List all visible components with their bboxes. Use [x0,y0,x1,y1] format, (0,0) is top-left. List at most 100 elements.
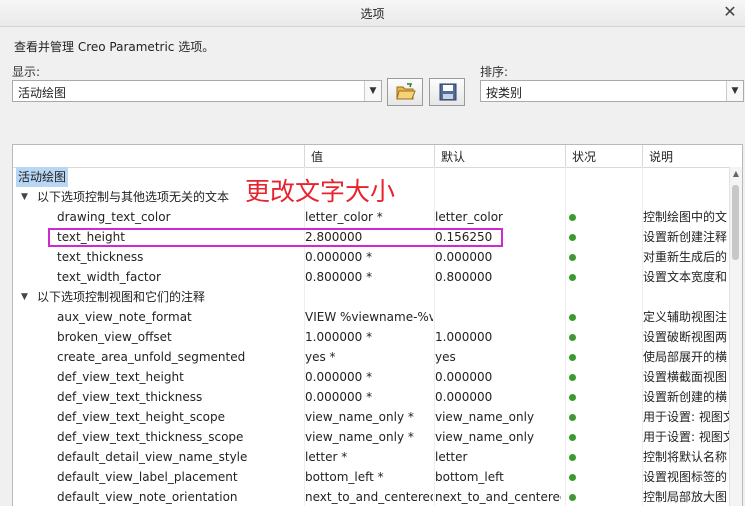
scrollbar-thumb[interactable] [732,185,739,260]
option-description: 用于设置: 视图文 [643,410,731,424]
group-label: 以下选项控制视图和它们的注释 [37,290,206,304]
collapse-triangle-icon[interactable]: ▼ [21,187,28,207]
option-value[interactable]: yes * [305,347,433,367]
close-icon[interactable]: ✕ [721,3,739,21]
option-name: def_view_text_height [57,370,184,384]
sort-select[interactable]: 按类别 ▼ [480,80,744,102]
highlight-box [48,228,503,247]
option-value[interactable]: letter_color * [305,207,433,227]
option-name: drawing_text_color [57,210,171,224]
save-button[interactable] [429,78,465,106]
table-header: 值 默认 状况 说明 [13,145,742,168]
status-ok-icon [569,347,581,367]
sort-label: 排序: [480,65,509,79]
display-label: 显示: [12,65,41,79]
table-row[interactable]: default_view_note_orientation next_to_an… [13,487,742,506]
table-row[interactable]: def_view_text_height 0.000000 * 0.000000… [13,367,742,387]
option-name: default_detail_view_name_style [57,450,248,464]
option-description: 设置新创建的横 [643,390,728,404]
table-row[interactable]: def_view_text_thickness 0.000000 * 0.000… [13,387,742,407]
table-row[interactable]: text_width_factor 0.800000 * 0.800000 设置… [13,267,742,287]
status-ok-icon [569,367,581,387]
option-description: 设置破断视图两 [643,330,728,344]
table-row[interactable]: text_thickness 0.000000 * 0.000000 对重新生成… [13,247,742,267]
scroll-up-icon[interactable]: ▲ [730,167,742,181]
header-status[interactable]: 状况 [565,145,642,167]
table-row[interactable]: broken_view_offset 1.000000 * 1.000000 设… [13,327,742,347]
option-value[interactable]: VIEW %viewname-%vi [305,307,433,327]
option-default: 1.000000 [435,330,493,344]
option-value[interactable]: bottom_left * [305,467,433,487]
option-description: 设置文本宽度和 [643,270,728,284]
status-ok-icon [569,247,581,267]
table-row[interactable]: drawing_text_color letter_color * letter… [13,207,742,227]
option-value[interactable]: view_name_only * [305,407,433,427]
option-name: broken_view_offset [57,330,172,344]
dialog-description: 查看并管理 Creo Parametric 选项。 [14,40,215,54]
option-name: text_width_factor [57,270,161,284]
status-ok-icon [569,447,581,467]
header-name[interactable] [13,145,304,167]
option-name: default_view_label_placement [57,470,238,484]
table-row[interactable]: default_view_label_placement bottom_left… [13,467,742,487]
option-default: 0.000000 [435,370,493,384]
option-description: 设置新创建注释 [643,230,728,244]
option-value[interactable]: 1.000000 * [305,327,433,347]
option-default: letter_color [435,210,503,224]
option-value[interactable]: 0.000000 * [305,387,433,407]
annotation-text: 更改文字大小 [245,177,396,206]
option-value[interactable]: 0.000000 * [305,367,433,387]
collapse-triangle-icon[interactable]: ▼ [21,287,28,307]
table-row[interactable]: create_area_unfold_segmented yes * yes 使… [13,347,742,367]
save-disk-icon [439,83,457,101]
status-ok-icon [569,207,581,227]
option-default: bottom_left [435,470,504,484]
category-label[interactable]: 活动绘图 [16,167,69,187]
option-value[interactable]: 0.000000 * [305,247,433,267]
option-name: def_view_text_height_scope [57,410,225,424]
option-value[interactable]: 0.800000 * [305,267,433,287]
option-value[interactable]: letter * [305,447,433,467]
folder-open-icon [396,83,416,100]
display-select[interactable]: 活动绘图 ▼ [12,80,382,102]
group-header[interactable]: ▼ 以下选项控制视图和它们的注释 [13,287,742,307]
option-name: text_thickness [57,250,144,264]
option-description: 控制局部放大图 [643,490,728,504]
header-value[interactable]: 值 [304,145,434,167]
open-file-button[interactable] [387,78,423,106]
table-row[interactable]: aux_view_note_format VIEW %viewname-%vi … [13,307,742,327]
status-ok-icon [569,407,581,427]
option-value[interactable]: next_to_and_centered [305,487,433,506]
status-ok-icon [569,327,581,347]
option-default: next_to_and_centered [435,490,561,504]
status-ok-icon [569,387,581,407]
option-description: 对重新生成后的 [643,250,728,264]
status-ok-icon [569,227,581,247]
option-default: view_name_only [435,410,535,424]
vertical-scrollbar[interactable]: ▲ [729,167,742,506]
table-row[interactable]: def_view_text_thickness_scope view_name_… [13,427,742,447]
option-description: 设置横截面视图 [643,370,728,384]
table-row[interactable]: def_view_text_height_scope view_name_onl… [13,407,742,427]
header-description[interactable]: 说明 [642,145,732,167]
status-ok-icon [569,267,581,287]
option-name: aux_view_note_format [57,310,192,324]
option-name: def_view_text_thickness_scope [57,430,244,444]
option-description: 定义辅助视图注 [643,310,728,324]
option-default: view_name_only [435,430,535,444]
option-description: 用于设置: 视图文 [643,430,731,444]
chevron-down-icon[interactable]: ▼ [364,81,381,101]
table-row[interactable]: default_detail_view_name_style letter * … [13,447,742,467]
display-value: 活动绘图 [18,86,67,100]
status-ok-icon [569,307,581,327]
option-description: 控制绘图中的文 [643,210,728,224]
option-default: 0.000000 [435,250,493,264]
header-default[interactable]: 默认 [434,145,565,167]
dialog-title: 选项 [360,7,385,21]
option-default: yes [435,350,456,364]
sort-value: 按类别 [486,86,523,100]
chevron-down-icon[interactable]: ▼ [726,81,743,101]
option-description: 设置视图标签的 [643,470,728,484]
option-value[interactable]: view_name_only * [305,427,433,447]
option-description: 使局部展开的横 [643,350,728,364]
